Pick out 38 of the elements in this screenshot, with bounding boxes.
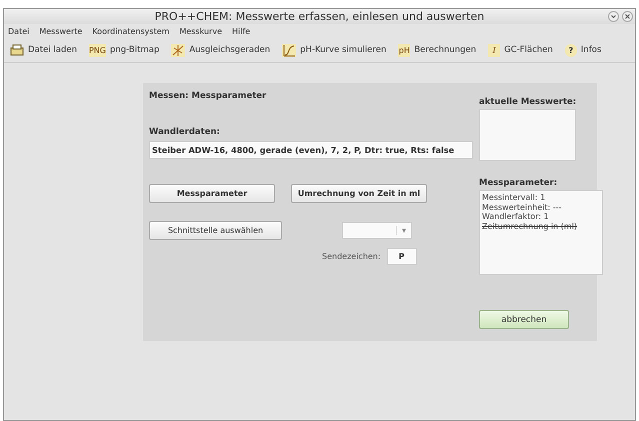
window-title: PRO++CHEM: Messwerte erfassen, einlesen und auswerten [154,10,484,23]
action-button[interactable]: Messparameter [149,184,275,203]
param-line: Zeitumrechnung in (ml) [482,222,578,231]
toolbar-button[interactable]: Datei laden [10,44,77,56]
interface-button[interactable]: Schnittstelle auswählen [149,221,282,240]
converter-field[interactable]: Steiber ADW-16, 4800, gerade (even), 7, 2, P, Dtr: true, Rts: false [149,141,473,159]
lines-icon [171,44,186,56]
param-line: Messintervall: 1 [482,193,546,202]
param-line: Wandlerfaktor: 1 [482,212,550,222]
panel-title: Messen: Messparameter [149,91,268,101]
toolbar-button[interactable]: I GC-Flächen [488,44,553,56]
toolbar-button[interactable]: ? Infos [564,44,602,56]
menu-item[interactable]: Hilfe [232,26,250,36]
toolbar-button[interactable]: pH-Kurve simulieren [282,44,386,56]
toolbar-button[interactable]: PNG png-Bitmap [88,44,160,56]
field-label: Wandlerdaten: [149,127,221,137]
cancel-button[interactable]: abbrechen [479,310,569,329]
help-icon: ? [564,44,577,56]
png-icon: PNG [88,44,106,56]
action-button[interactable]: Umrechnung von Zeit in ml [291,184,427,203]
printer-icon [10,44,24,56]
close-icon[interactable] [622,11,633,22]
send-label: Sendezeichen: [322,252,381,261]
menu-item[interactable]: Messwerte [39,26,82,36]
menu-item[interactable]: Messkurve [179,26,222,36]
curve-icon [282,44,296,56]
toolbar-button[interactable]: pH Berechnungen [398,44,476,56]
minimize-icon[interactable] [608,11,619,22]
ph-icon: pH [398,44,410,56]
integral-icon: I [488,44,500,56]
menu-item[interactable]: Koordinatensystem [92,26,170,36]
toolbar-button[interactable]: Ausgleichsgeraden [171,44,270,56]
current-values-label: aktuelle Messwerte: [479,97,578,107]
send-field[interactable]: P [386,248,417,265]
menu-item[interactable]: Datei [8,26,30,36]
param-line: Messwerteinheit: --- [482,202,563,212]
params-area[interactable]: Messintervall: 1 Messwerteinheit: --- Wandlerfaktor: 1 Zeitumrechnung in (ml) [479,190,603,275]
params-label: Messparameter: [479,178,558,188]
